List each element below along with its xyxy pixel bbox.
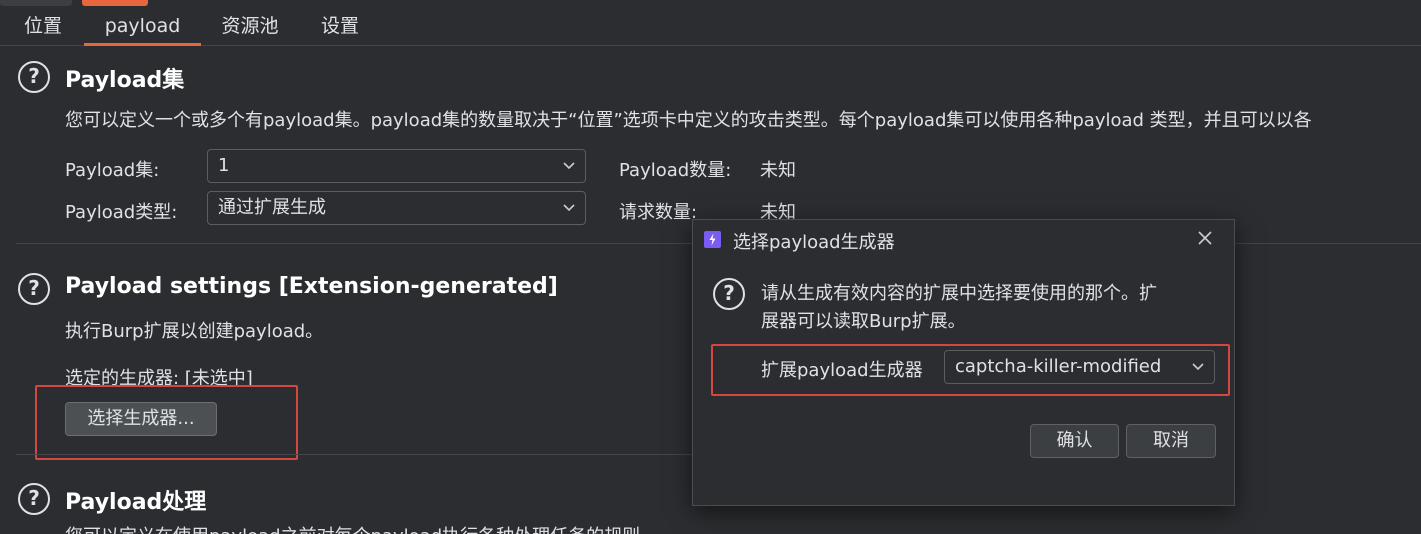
tab-resource-pool[interactable]: 资源池 [211, 8, 289, 45]
payload-set-select[interactable]: 1 [207, 149, 586, 183]
help-icon[interactable]: ? [18, 273, 50, 305]
payload-set-label: Payload集: [65, 160, 160, 181]
help-icon[interactable]: ? [18, 483, 50, 515]
tab-settings[interactable]: 设置 [310, 8, 370, 45]
dialog-message-line2: 展器可以读取Burp扩展。 [761, 311, 966, 332]
payload-count-value: 未知 [760, 160, 796, 181]
payload-sets-description: 您可以定义一个或多个有payload集。payload集的数量取决于“位置”选项… [65, 110, 1312, 131]
intruder-window: 位置 payload 资源池 设置 ? Payload集 您可以定义一个或多个有… [0, 0, 1421, 534]
select-generator-dialog: 选择payload生成器 ? 请从生成有效内容的扩展中选择要使用的那个。扩 展器… [692, 219, 1235, 506]
upper-tab-active[interactable] [82, 0, 148, 6]
payload-settings-description: 执行Burp扩展以创建payload。 [65, 321, 324, 342]
section-divider [16, 454, 693, 455]
payload-type-label: Payload类型: [65, 202, 178, 223]
chevron-down-icon [563, 204, 575, 212]
upper-tab[interactable] [0, 0, 72, 6]
payload-type-value: 通过扩展生成 [218, 197, 326, 218]
chevron-down-icon [563, 162, 575, 170]
payload-processing-description: 您可以定义在使用payload之前对每个payload执行各种处理任务的规则。 [65, 522, 658, 534]
dialog-title: 选择payload生成器 [733, 232, 895, 253]
tab-positions[interactable]: 位置 [14, 8, 72, 45]
cancel-button[interactable]: 取消 [1126, 424, 1216, 458]
payload-sets-title: Payload集 [65, 68, 185, 93]
tab-payloads[interactable]: payload [84, 8, 201, 46]
payload-processing-title: Payload处理 [65, 490, 207, 515]
highlight-box [711, 344, 1230, 396]
request-count-label: 请求数量: [619, 202, 698, 223]
close-icon[interactable] [1194, 227, 1216, 249]
payload-settings-title: Payload settings [Extension-generated] [65, 274, 558, 299]
burp-app-icon [704, 231, 721, 248]
upper-tab-strip [0, 0, 1421, 8]
help-icon: ? [713, 278, 745, 310]
dialog-message-line1: 请从生成有效内容的扩展中选择要使用的那个。扩 [761, 283, 1157, 304]
highlight-box [35, 385, 298, 460]
payload-type-select[interactable]: 通过扩展生成 [207, 191, 586, 225]
help-icon[interactable]: ? [18, 61, 50, 93]
payload-set-value: 1 [218, 155, 230, 176]
payload-count-label: Payload数量: [619, 160, 732, 181]
ok-button[interactable]: 确认 [1030, 424, 1119, 458]
tab-bar: 位置 payload 资源池 设置 [0, 8, 1421, 46]
